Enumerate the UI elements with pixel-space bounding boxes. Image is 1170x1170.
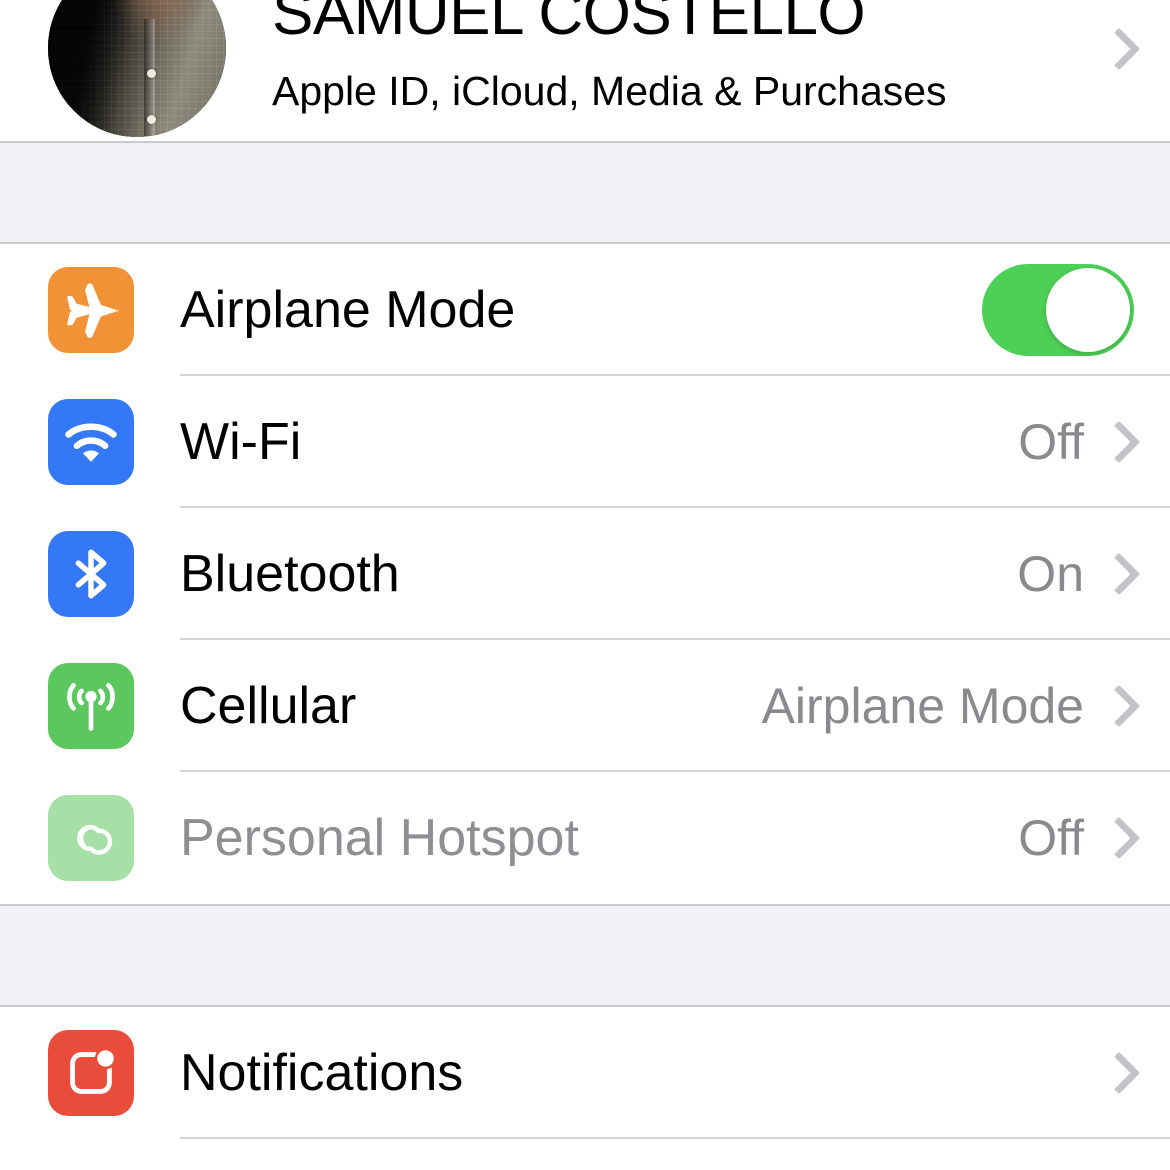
settings-row-value: Airplane Mode bbox=[761, 678, 1084, 734]
chevron-right-icon[interactable] bbox=[1102, 21, 1136, 77]
settings-row-value: On bbox=[1017, 546, 1084, 602]
settings-row-cellular[interactable]: Cellular Airplane Mode bbox=[0, 640, 1170, 772]
toggle-knob bbox=[1046, 268, 1130, 352]
notifications-section: Notifications bbox=[0, 1007, 1170, 1139]
connectivity-section: Airplane Mode Wi-Fi Off Bluetooth On Cel… bbox=[0, 244, 1170, 904]
cellular-antenna-icon bbox=[48, 663, 134, 749]
notifications-badge-icon bbox=[48, 1030, 134, 1116]
section-gap-top bbox=[0, 141, 1170, 244]
settings-row-label: Personal Hotspot bbox=[180, 809, 579, 867]
settings-row-airplane-mode[interactable]: Airplane Mode bbox=[0, 244, 1170, 376]
settings-row-personal-hotspot[interactable]: Personal Hotspot Off bbox=[0, 772, 1170, 904]
airplane-mode-toggle[interactable] bbox=[982, 264, 1134, 356]
wifi-icon bbox=[48, 399, 134, 485]
settings-row-label: Wi-Fi bbox=[180, 413, 302, 471]
avatar bbox=[48, 0, 226, 137]
avatar-photo-shading bbox=[48, 0, 226, 137]
settings-row-notifications[interactable]: Notifications bbox=[0, 1007, 1170, 1139]
hotspot-link-icon bbox=[48, 795, 134, 881]
chevron-right-icon[interactable] bbox=[1102, 678, 1136, 734]
chevron-right-icon[interactable] bbox=[1102, 546, 1136, 602]
settings-row-wifi[interactable]: Wi-Fi Off bbox=[0, 376, 1170, 508]
settings-row-label: Notifications bbox=[180, 1044, 464, 1102]
settings-row-value: Off bbox=[1018, 414, 1084, 470]
avatar-shirt-button bbox=[146, 68, 156, 78]
settings-row-bluetooth[interactable]: Bluetooth On bbox=[0, 508, 1170, 640]
chevron-right-icon[interactable] bbox=[1102, 414, 1136, 470]
account-text-block: SAMUEL COSTELLO Apple ID, iCloud, Media … bbox=[272, 0, 1102, 115]
account-subtitle: Apple ID, iCloud, Media & Purchases bbox=[272, 67, 947, 114]
account-name: SAMUEL COSTELLO bbox=[272, 0, 866, 48]
apple-id-account-row[interactable]: SAMUEL COSTELLO Apple ID, iCloud, Media … bbox=[0, 0, 1170, 141]
section-gap-bottom bbox=[0, 904, 1170, 1007]
settings-screen: SAMUEL COSTELLO Apple ID, iCloud, Media … bbox=[0, 0, 1170, 1170]
bluetooth-icon bbox=[48, 531, 134, 617]
row-separator bbox=[180, 1137, 1170, 1139]
avatar-shirt-button bbox=[146, 115, 156, 125]
settings-row-label: Cellular bbox=[180, 677, 357, 735]
settings-row-label: Airplane Mode bbox=[180, 281, 516, 339]
airplane-icon bbox=[48, 267, 134, 353]
chevron-right-icon[interactable] bbox=[1102, 810, 1136, 866]
settings-row-value: Off bbox=[1018, 810, 1084, 866]
settings-row-label: Bluetooth bbox=[180, 545, 400, 603]
chevron-right-icon[interactable] bbox=[1102, 1045, 1136, 1101]
